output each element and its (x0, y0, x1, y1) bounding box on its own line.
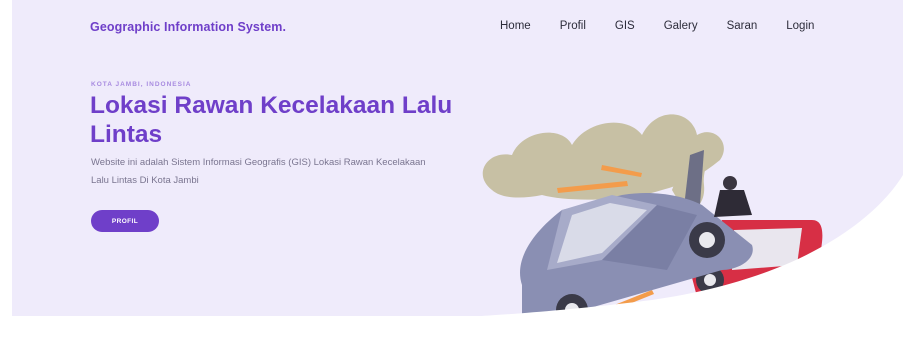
hero-description: Website ini adalah Sistem Informasi Geog… (91, 157, 426, 186)
nav-link-login[interactable]: Login (786, 20, 814, 32)
hero-eyebrow: KOTA JAMBI, INDONESIA (91, 81, 192, 88)
hero-title: Lokasi Rawan Kecelakaan Lalu Lintas (90, 92, 453, 148)
nav-links: Home Profil GIS Galery Saran Login (500, 20, 843, 32)
hero-section: Geographic Information System. Home Prof… (12, 0, 903, 316)
nav-link-home[interactable]: Home (500, 20, 531, 32)
nav-link-saran[interactable]: Saran (727, 20, 758, 32)
nav-link-gis[interactable]: GIS (615, 20, 635, 32)
brand-logo[interactable]: Geographic Information System. (90, 20, 286, 34)
nav-link-profil[interactable]: Profil (560, 20, 586, 32)
navbar: Geographic Information System. Home Prof… (12, 0, 903, 56)
profil-button[interactable]: PROFIL (91, 210, 159, 232)
nav-link-galery[interactable]: Galery (664, 20, 698, 32)
